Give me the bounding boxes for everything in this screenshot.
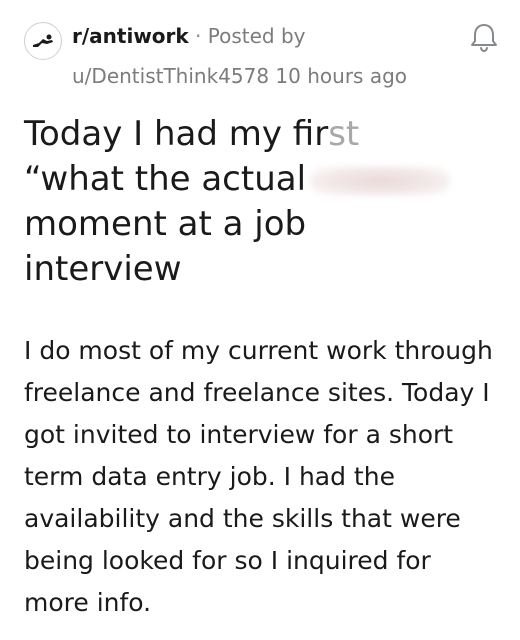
- title-line-4: interview: [24, 249, 182, 289]
- subreddit-link[interactable]: r/antiwork: [72, 24, 189, 48]
- post-timestamp: 10 hours ago: [275, 64, 408, 88]
- author-link[interactable]: u/DentistThink4578: [72, 64, 269, 88]
- post-header: r/antiwork · Posted by u/DentistThink457…: [24, 16, 504, 96]
- post-body: I do most of my current work through fre…: [24, 336, 493, 617]
- title-line-2: “what the actual: [24, 159, 451, 199]
- censored-word-blur: [310, 165, 451, 196]
- title-line-3: moment at a job: [24, 204, 307, 244]
- posted-by-label: Posted by: [207, 24, 306, 48]
- notification-button[interactable]: [464, 18, 504, 58]
- subreddit-avatar[interactable]: [24, 22, 62, 60]
- meta-separator: ·: [188, 24, 208, 48]
- post-meta-line: r/antiwork · Posted by: [72, 22, 306, 50]
- post-title[interactable]: Today I had my first “what the actual mo…: [24, 112, 504, 292]
- bell-icon: [471, 24, 497, 53]
- antiwork-logo-icon: [33, 34, 53, 47]
- title-line-1: Today I had my first: [24, 114, 360, 154]
- post-author-line: u/DentistThink4578 10 hours ago: [72, 62, 407, 90]
